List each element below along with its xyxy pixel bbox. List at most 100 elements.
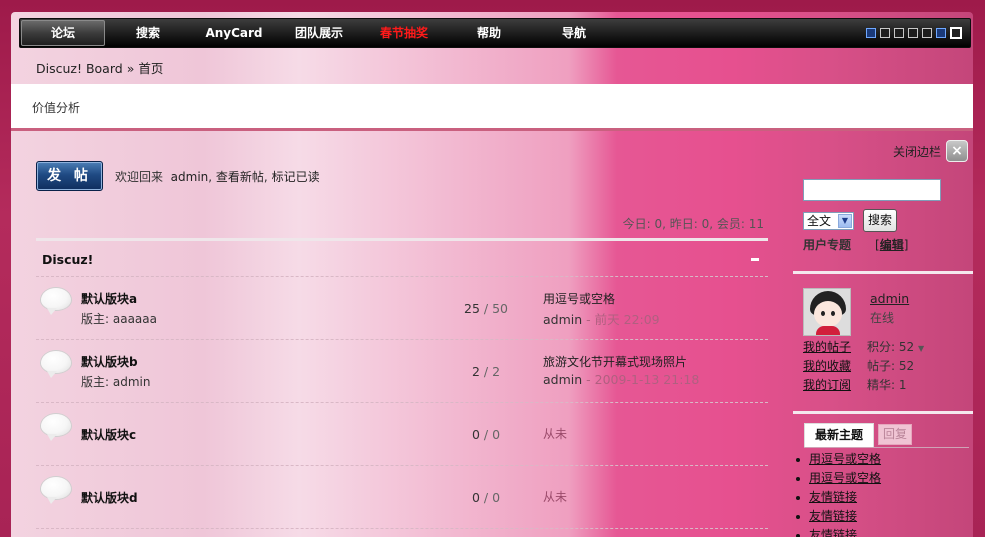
- search-button[interactable]: 搜索: [863, 209, 897, 232]
- sidebar-username[interactable]: admin: [870, 291, 909, 306]
- forum-bubble-icon: [41, 351, 71, 378]
- style-square-icon[interactable]: [908, 28, 918, 38]
- new-post-button[interactable]: 发 帖: [36, 161, 103, 191]
- value-analysis-tab[interactable]: 价值分析: [32, 99, 80, 116]
- user-post-count: 帖子: 52: [867, 359, 915, 373]
- collapse-icon[interactable]: [751, 250, 759, 262]
- search-type-value: 全文: [807, 214, 832, 228]
- divider: [36, 238, 768, 241]
- nav-item-anycard[interactable]: AnyCard: [193, 19, 275, 47]
- divider: [793, 271, 973, 274]
- forum-row: 默认版块a 版主: aaaaaa 25 / 50 用逗号或空格 admin - …: [36, 277, 768, 339]
- nav-item-lottery[interactable]: 春节抽奖: [363, 19, 445, 47]
- forum-last-never: 从未: [543, 427, 568, 441]
- user-status: 在线: [870, 311, 895, 325]
- forum-posts: 0: [492, 427, 501, 442]
- nav-item-forum[interactable]: 论坛: [21, 20, 105, 46]
- breadcrumb: Discuz! Board » 首页: [36, 58, 163, 77]
- tab-latest-topics[interactable]: 最新主题: [804, 423, 874, 447]
- topic-link[interactable]: 友情链接: [809, 490, 857, 504]
- view-new-posts-link[interactable]: 查看新帖: [216, 170, 264, 184]
- user-topic-label: 用户专题: [803, 238, 852, 252]
- topic-link[interactable]: 用逗号或空格: [809, 471, 881, 485]
- forum-bubble-icon: [41, 477, 71, 504]
- chevron-down-icon[interactable]: ▼: [918, 344, 924, 353]
- topic-link[interactable]: 用逗号或空格: [809, 452, 881, 466]
- forum-name[interactable]: 默认版块c: [81, 426, 136, 443]
- close-icon[interactable]: ×: [946, 140, 968, 162]
- last-post-time: - 前天 22:09: [586, 312, 660, 327]
- list-item: 用逗号或空格: [793, 470, 881, 489]
- user-digest-count: 精华: 1: [867, 378, 907, 392]
- last-post-author[interactable]: admin: [543, 312, 582, 327]
- tab-replies[interactable]: 回复: [878, 424, 912, 445]
- close-sidebar-label[interactable]: 关闭边栏: [893, 143, 941, 160]
- header-panel: 价值分析: [11, 84, 973, 131]
- user-credits[interactable]: 积分: 52 ▼: [867, 338, 924, 355]
- topic-link[interactable]: 友情链接: [809, 509, 857, 523]
- forum-bubble-icon: [41, 414, 71, 441]
- forum-threads: 0: [471, 427, 480, 442]
- forum-bubble-icon: [41, 288, 71, 315]
- forum-counts: 0 / 0: [471, 427, 501, 442]
- divider: [793, 411, 973, 414]
- mark-read-link[interactable]: 标记已读: [272, 170, 320, 184]
- style-square-icon[interactable]: [936, 28, 946, 38]
- board-stats: 今日: 0, 昨日: 0, 会员: 11: [622, 217, 764, 231]
- list-item: 友情链接: [793, 508, 881, 527]
- style-square-icon[interactable]: [894, 28, 904, 38]
- style-switcher: [866, 27, 962, 39]
- user-credits-value: 积分: 52: [867, 340, 915, 354]
- category-title[interactable]: Discuz!: [42, 252, 93, 267]
- forum-last-never: 从未: [543, 490, 568, 504]
- nav-item-navigation[interactable]: 导航: [533, 19, 615, 47]
- forum-posts: 0: [492, 490, 501, 505]
- edit-link[interactable]: [编辑]: [875, 236, 908, 253]
- edit-link-text[interactable]: 编辑: [880, 238, 904, 252]
- nav-item-team[interactable]: 团队展示: [278, 19, 360, 47]
- style-square-icon[interactable]: [866, 28, 876, 38]
- nav-item-help[interactable]: 帮助: [448, 19, 530, 47]
- forum-moderator: 版主: admin: [81, 375, 151, 389]
- forum-counts: 25 / 50: [464, 301, 508, 316]
- forum-threads: 25: [464, 301, 480, 316]
- forum-name[interactable]: 默认版块a: [81, 290, 137, 307]
- breadcrumb-sep: »: [126, 61, 135, 76]
- forum-posts: 50: [492, 301, 508, 316]
- top-nav-bar: 论坛 搜索 AnyCard 团队展示 春节抽奖 帮助 导航: [19, 18, 971, 48]
- style-square-icon[interactable]: [922, 28, 932, 38]
- divider: [36, 528, 768, 529]
- forum-last-post-title[interactable]: 旅游文化节开幕式现场照片: [543, 353, 687, 370]
- forum-name[interactable]: 默认版块d: [81, 489, 138, 506]
- forum-name[interactable]: 默认版块b: [81, 353, 138, 370]
- style-square-icon[interactable]: [880, 28, 890, 38]
- my-favorites-link[interactable]: 我的收藏: [803, 357, 851, 374]
- last-post-time: - 2009-1-13 21:18: [586, 372, 700, 387]
- list-item: 用逗号或空格: [793, 451, 881, 470]
- chevron-down-icon: ▼: [838, 214, 852, 228]
- search-type-select[interactable]: 全文 ▼: [803, 212, 854, 230]
- avatar[interactable]: [803, 288, 851, 336]
- breadcrumb-home[interactable]: Discuz! Board: [36, 61, 123, 76]
- style-square-icon[interactable]: [950, 27, 962, 39]
- list-item: 友情链接: [793, 527, 881, 537]
- forum-threads: 0: [471, 490, 480, 505]
- welcome-prefix: 欢迎回来: [115, 170, 164, 184]
- forum-row: 默认版块b 版主: admin 2 / 2 旅游文化节开幕式现场照片 admin…: [36, 340, 768, 402]
- welcome-text: 欢迎回来 admin, 查看新帖, 标记已读: [115, 170, 320, 184]
- topic-link[interactable]: 友情链接: [809, 528, 857, 537]
- forum-counts: 2 / 2: [471, 364, 501, 379]
- divider: [804, 447, 969, 448]
- forum-counts: 0 / 0: [471, 490, 501, 505]
- forum-last-post-title[interactable]: 用逗号或空格: [543, 290, 615, 307]
- welcome-username[interactable]: admin: [171, 170, 209, 184]
- forum-posts: 2: [492, 364, 501, 379]
- forum-row: 默认版块d 0 / 0 从未: [36, 466, 768, 528]
- last-post-author[interactable]: admin: [543, 372, 582, 387]
- nav-item-search[interactable]: 搜索: [108, 19, 188, 47]
- my-subscriptions-link[interactable]: 我的订阅: [803, 376, 851, 393]
- list-item: 友情链接: [793, 489, 881, 508]
- search-input[interactable]: [803, 179, 941, 201]
- my-posts-link[interactable]: 我的帖子: [803, 338, 851, 355]
- latest-topics-list: 用逗号或空格 用逗号或空格 友情链接 友情链接 友情链接: [793, 451, 881, 537]
